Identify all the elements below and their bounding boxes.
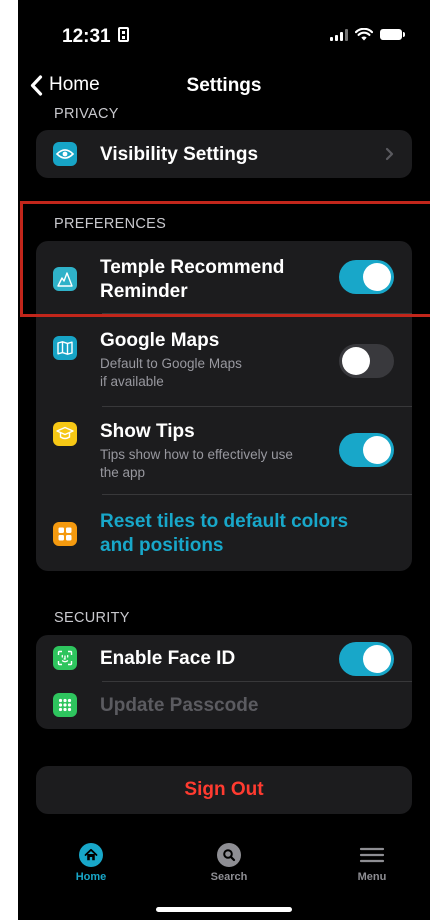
highlight-box <box>20 201 430 317</box>
toggle-knob <box>363 436 391 464</box>
google-maps-row: Google Maps Default to Google Maps if av… <box>36 314 412 406</box>
google-maps-subtitle-line2: if available <box>100 374 164 389</box>
reset-tiles-line1: Reset tiles to default colors <box>100 511 349 532</box>
signal-icon <box>330 28 348 41</box>
home-indicator <box>156 907 292 912</box>
tab-search[interactable]: Search <box>189 843 269 883</box>
google-maps-toggle[interactable] <box>339 344 394 378</box>
update-passcode-row[interactable]: Update Passcode <box>36 682 412 729</box>
phone-screen: 12:31 Home Settings PRIVACY Visibility S… <box>18 0 430 920</box>
home-icon <box>79 843 103 867</box>
sim-icon <box>118 27 129 42</box>
update-passcode-title: Update Passcode <box>100 695 259 716</box>
enable-face-id-row: Enable Face ID <box>36 635 412 681</box>
enable-face-id-title: Enable Face ID <box>100 648 236 669</box>
tab-home[interactable]: Home <box>51 843 131 883</box>
security-card: Enable Face ID Update Passcode <box>36 635 412 729</box>
menu-icon <box>359 847 385 863</box>
tab-menu-label: Menu <box>357 871 387 883</box>
enable-face-id-toggle[interactable] <box>339 642 394 676</box>
battery-icon <box>380 29 405 40</box>
toggle-knob <box>363 645 391 673</box>
google-maps-title: Google Maps <box>100 330 220 351</box>
privacy-card: Visibility Settings <box>36 130 412 178</box>
show-tips-subtitle-line2: the app <box>100 465 146 480</box>
show-tips-subtitle-line1: Tips show how to effectively use <box>100 447 293 462</box>
face-id-icon <box>53 646 77 670</box>
reset-tiles-row[interactable]: Reset tiles to default colors and positi… <box>36 495 412 571</box>
chevron-right-icon <box>385 147 394 161</box>
tab-home-label: Home <box>75 871 107 883</box>
eye-icon <box>53 142 77 166</box>
page-title: Settings <box>186 75 262 96</box>
tab-menu[interactable]: Menu <box>332 843 412 883</box>
search-icon <box>217 843 241 867</box>
graduation-cap-icon <box>53 422 77 446</box>
visibility-settings-row[interactable]: Visibility Settings <box>36 130 412 178</box>
map-icon <box>53 336 77 360</box>
show-tips-toggle[interactable] <box>339 433 394 467</box>
toggle-knob <box>342 347 370 375</box>
keypad-icon <box>53 693 77 717</box>
sign-out-button[interactable]: Sign Out <box>36 766 412 814</box>
show-tips-row: Show Tips Tips show how to effectively u… <box>36 407 412 494</box>
google-maps-subtitle-line1: Default to Google Maps <box>100 356 242 371</box>
tab-search-label: Search <box>210 871 248 883</box>
privacy-header: PRIVACY <box>54 106 119 122</box>
visibility-settings-label: Visibility Settings <box>100 144 259 165</box>
grid-icon <box>53 522 77 546</box>
status-indicators <box>330 28 405 41</box>
security-header: SECURITY <box>54 610 130 626</box>
wifi-icon <box>355 28 373 41</box>
status-time: 12:31 <box>62 26 111 47</box>
reset-tiles-line2: and positions <box>100 535 224 556</box>
show-tips-title: Show Tips <box>100 421 195 442</box>
